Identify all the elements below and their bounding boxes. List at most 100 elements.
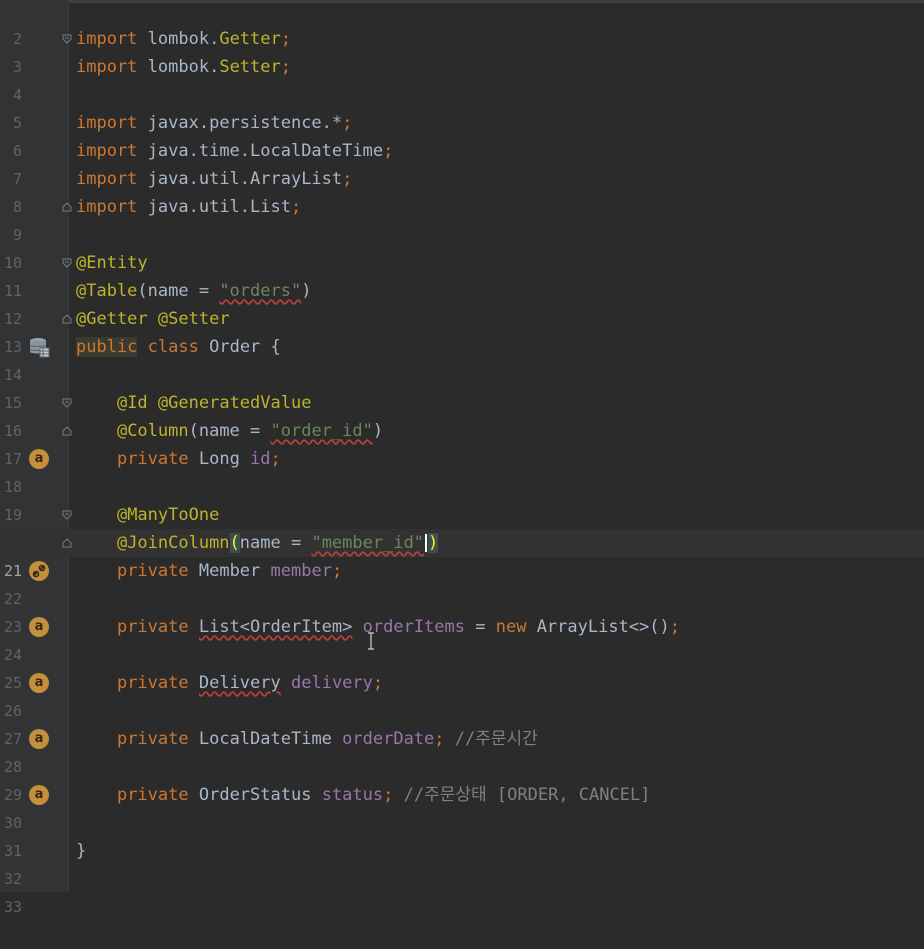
code-text: @Table(name = "orders")	[76, 277, 311, 305]
fold-end-icon[interactable]	[62, 538, 72, 548]
accessor-icon[interactable]: a	[29, 673, 49, 693]
punctuation: )	[372, 421, 384, 441]
code-line[interactable]: 15	[0, 361, 924, 412]
code-line[interactable]: 26 a private Delivery delivery;	[0, 669, 924, 720]
semicolon: ;	[331, 561, 343, 581]
code-line[interactable]: 22 private Member member;	[0, 557, 924, 608]
fold-start-icon[interactable]	[62, 510, 72, 520]
type-name: Delivery	[198, 673, 281, 693]
identifier: Getter	[219, 29, 281, 49]
identifier: lombok.	[147, 29, 220, 49]
code-line[interactable]: 20 @ManyToOne	[0, 501, 924, 552]
keyword: import	[76, 169, 138, 189]
fold-end-icon[interactable]	[62, 426, 72, 436]
database-icon[interactable]	[28, 336, 50, 358]
code-line[interactable]: 16 @Id @GeneratedValue	[0, 389, 924, 440]
code-line[interactable]: 3 import lombok.Getter;	[0, 25, 924, 76]
code-line[interactable]: 14 public class Order {	[0, 333, 924, 384]
code-text: import lombok.Getter;	[76, 25, 291, 53]
field-name: id	[250, 449, 271, 469]
text-caret	[425, 534, 428, 552]
identifier: (name =	[137, 281, 220, 301]
keyword: import	[76, 113, 138, 133]
keyword: new	[495, 617, 527, 637]
keyword: class	[147, 337, 199, 357]
code-editor[interactable]: 2 3 import lombok.Getter; 4 import lombo…	[0, 0, 924, 916]
identifier: name =	[239, 533, 312, 553]
comment: //주문상태 [ORDER, CANCEL]	[403, 785, 651, 805]
code-line[interactable]: 10	[0, 221, 924, 272]
type-name: OrderStatus	[198, 785, 312, 805]
keyword: private	[116, 785, 189, 805]
code-line[interactable]: 12 @Table(name = "orders")	[0, 277, 924, 328]
relation-link-icon[interactable]	[28, 560, 50, 582]
class-name: Order	[209, 337, 261, 357]
identifier: (name =	[188, 421, 271, 441]
punctuation: )	[301, 281, 312, 301]
code-line[interactable]: 25	[0, 641, 924, 692]
accessor-key-icon[interactable]: a	[29, 449, 49, 469]
code-text: private List<OrderItem> orderItems = new…	[76, 613, 680, 641]
fold-start-icon[interactable]	[62, 398, 72, 408]
code-line[interactable]: 13 @Getter @Setter	[0, 305, 924, 356]
semicolon: ;	[383, 785, 394, 805]
code-line[interactable]: 17 @Column(name = "order_id")	[0, 417, 924, 468]
code-line[interactable]: 8 import java.util.ArrayList;	[0, 165, 924, 216]
fold-end-icon[interactable]	[62, 314, 72, 324]
text-cursor-icon	[368, 632, 374, 650]
code-line[interactable]: 23	[0, 585, 924, 636]
keyword: import	[76, 29, 138, 49]
code-line[interactable]: 33	[0, 865, 924, 916]
code-text: @Getter @Setter	[76, 305, 230, 333]
code-line[interactable]: 11 @Entity	[0, 249, 924, 300]
code-line[interactable]: 9 import java.util.List;	[0, 193, 924, 244]
code-line[interactable]: 6 import javax.persistence.*;	[0, 109, 924, 160]
code-text: import java.util.ArrayList;	[76, 165, 352, 193]
code-line[interactable]: 28 a private LocalDateTime orderDate; //…	[0, 725, 924, 776]
code-text: import java.util.List;	[76, 193, 301, 221]
identifier: java.time.LocalDateTime	[147, 141, 384, 161]
string-literal: "member_id"	[311, 533, 425, 553]
type-name: LocalDateTime	[198, 729, 332, 749]
current-code-line[interactable]: 21 @JoinColumn(name = "member_id")	[0, 529, 924, 580]
code-line[interactable]: 4 import lombok.Setter;	[0, 53, 924, 104]
operator: =	[465, 617, 496, 637]
fold-start-icon[interactable]	[62, 258, 72, 268]
code-line[interactable]: 24 a private List<OrderItem> orderItems …	[0, 613, 924, 664]
code-text: @Id @GeneratedValue	[76, 389, 312, 417]
semicolon: ;	[342, 113, 353, 133]
accessor-icon[interactable]: a	[29, 729, 49, 749]
type-name: Long	[198, 449, 240, 469]
code-line[interactable]: 27	[0, 697, 924, 748]
code-line[interactable]: 7 import java.time.LocalDateTime;	[0, 137, 924, 188]
code-text: private LocalDateTime orderDate; //주문시간	[76, 725, 538, 753]
code-line[interactable]: 19	[0, 473, 924, 524]
fold-end-icon[interactable]	[62, 202, 72, 212]
string-literal: "order_id"	[270, 421, 373, 441]
code-text: public class Order {	[76, 333, 281, 361]
constructor-call: ArrayList<>()	[536, 617, 670, 637]
keyword: private	[116, 449, 189, 469]
code-text: }	[76, 837, 86, 865]
identifier: Setter	[219, 57, 281, 77]
code-line[interactable]: 32 }	[0, 837, 924, 888]
code-line[interactable]: 31	[0, 809, 924, 860]
keyword: private	[116, 617, 189, 637]
code-text: @ManyToOne	[76, 501, 219, 529]
code-line[interactable]: 18 a private Long id;	[0, 445, 924, 496]
accessor-icon[interactable]: a	[29, 617, 49, 637]
identifier: javax.persistence.*	[147, 113, 343, 133]
fold-start-icon[interactable]	[62, 34, 72, 44]
code-line[interactable]: 29	[0, 753, 924, 804]
semicolon: ;	[434, 729, 445, 749]
matched-brace: )	[428, 533, 439, 553]
code-line[interactable]: 2	[0, 0, 924, 48]
punctuation: }	[76, 841, 87, 861]
code-line[interactable]: 5	[0, 81, 924, 132]
code-line[interactable]: 30 a private OrderStatus status; //주문상태 …	[0, 781, 924, 832]
annotation: @JoinColumn	[116, 533, 230, 553]
keyword: public	[76, 337, 138, 357]
code-text: private Long id;	[76, 445, 281, 473]
accessor-icon[interactable]: a	[29, 785, 49, 805]
punctuation: {	[270, 337, 281, 357]
